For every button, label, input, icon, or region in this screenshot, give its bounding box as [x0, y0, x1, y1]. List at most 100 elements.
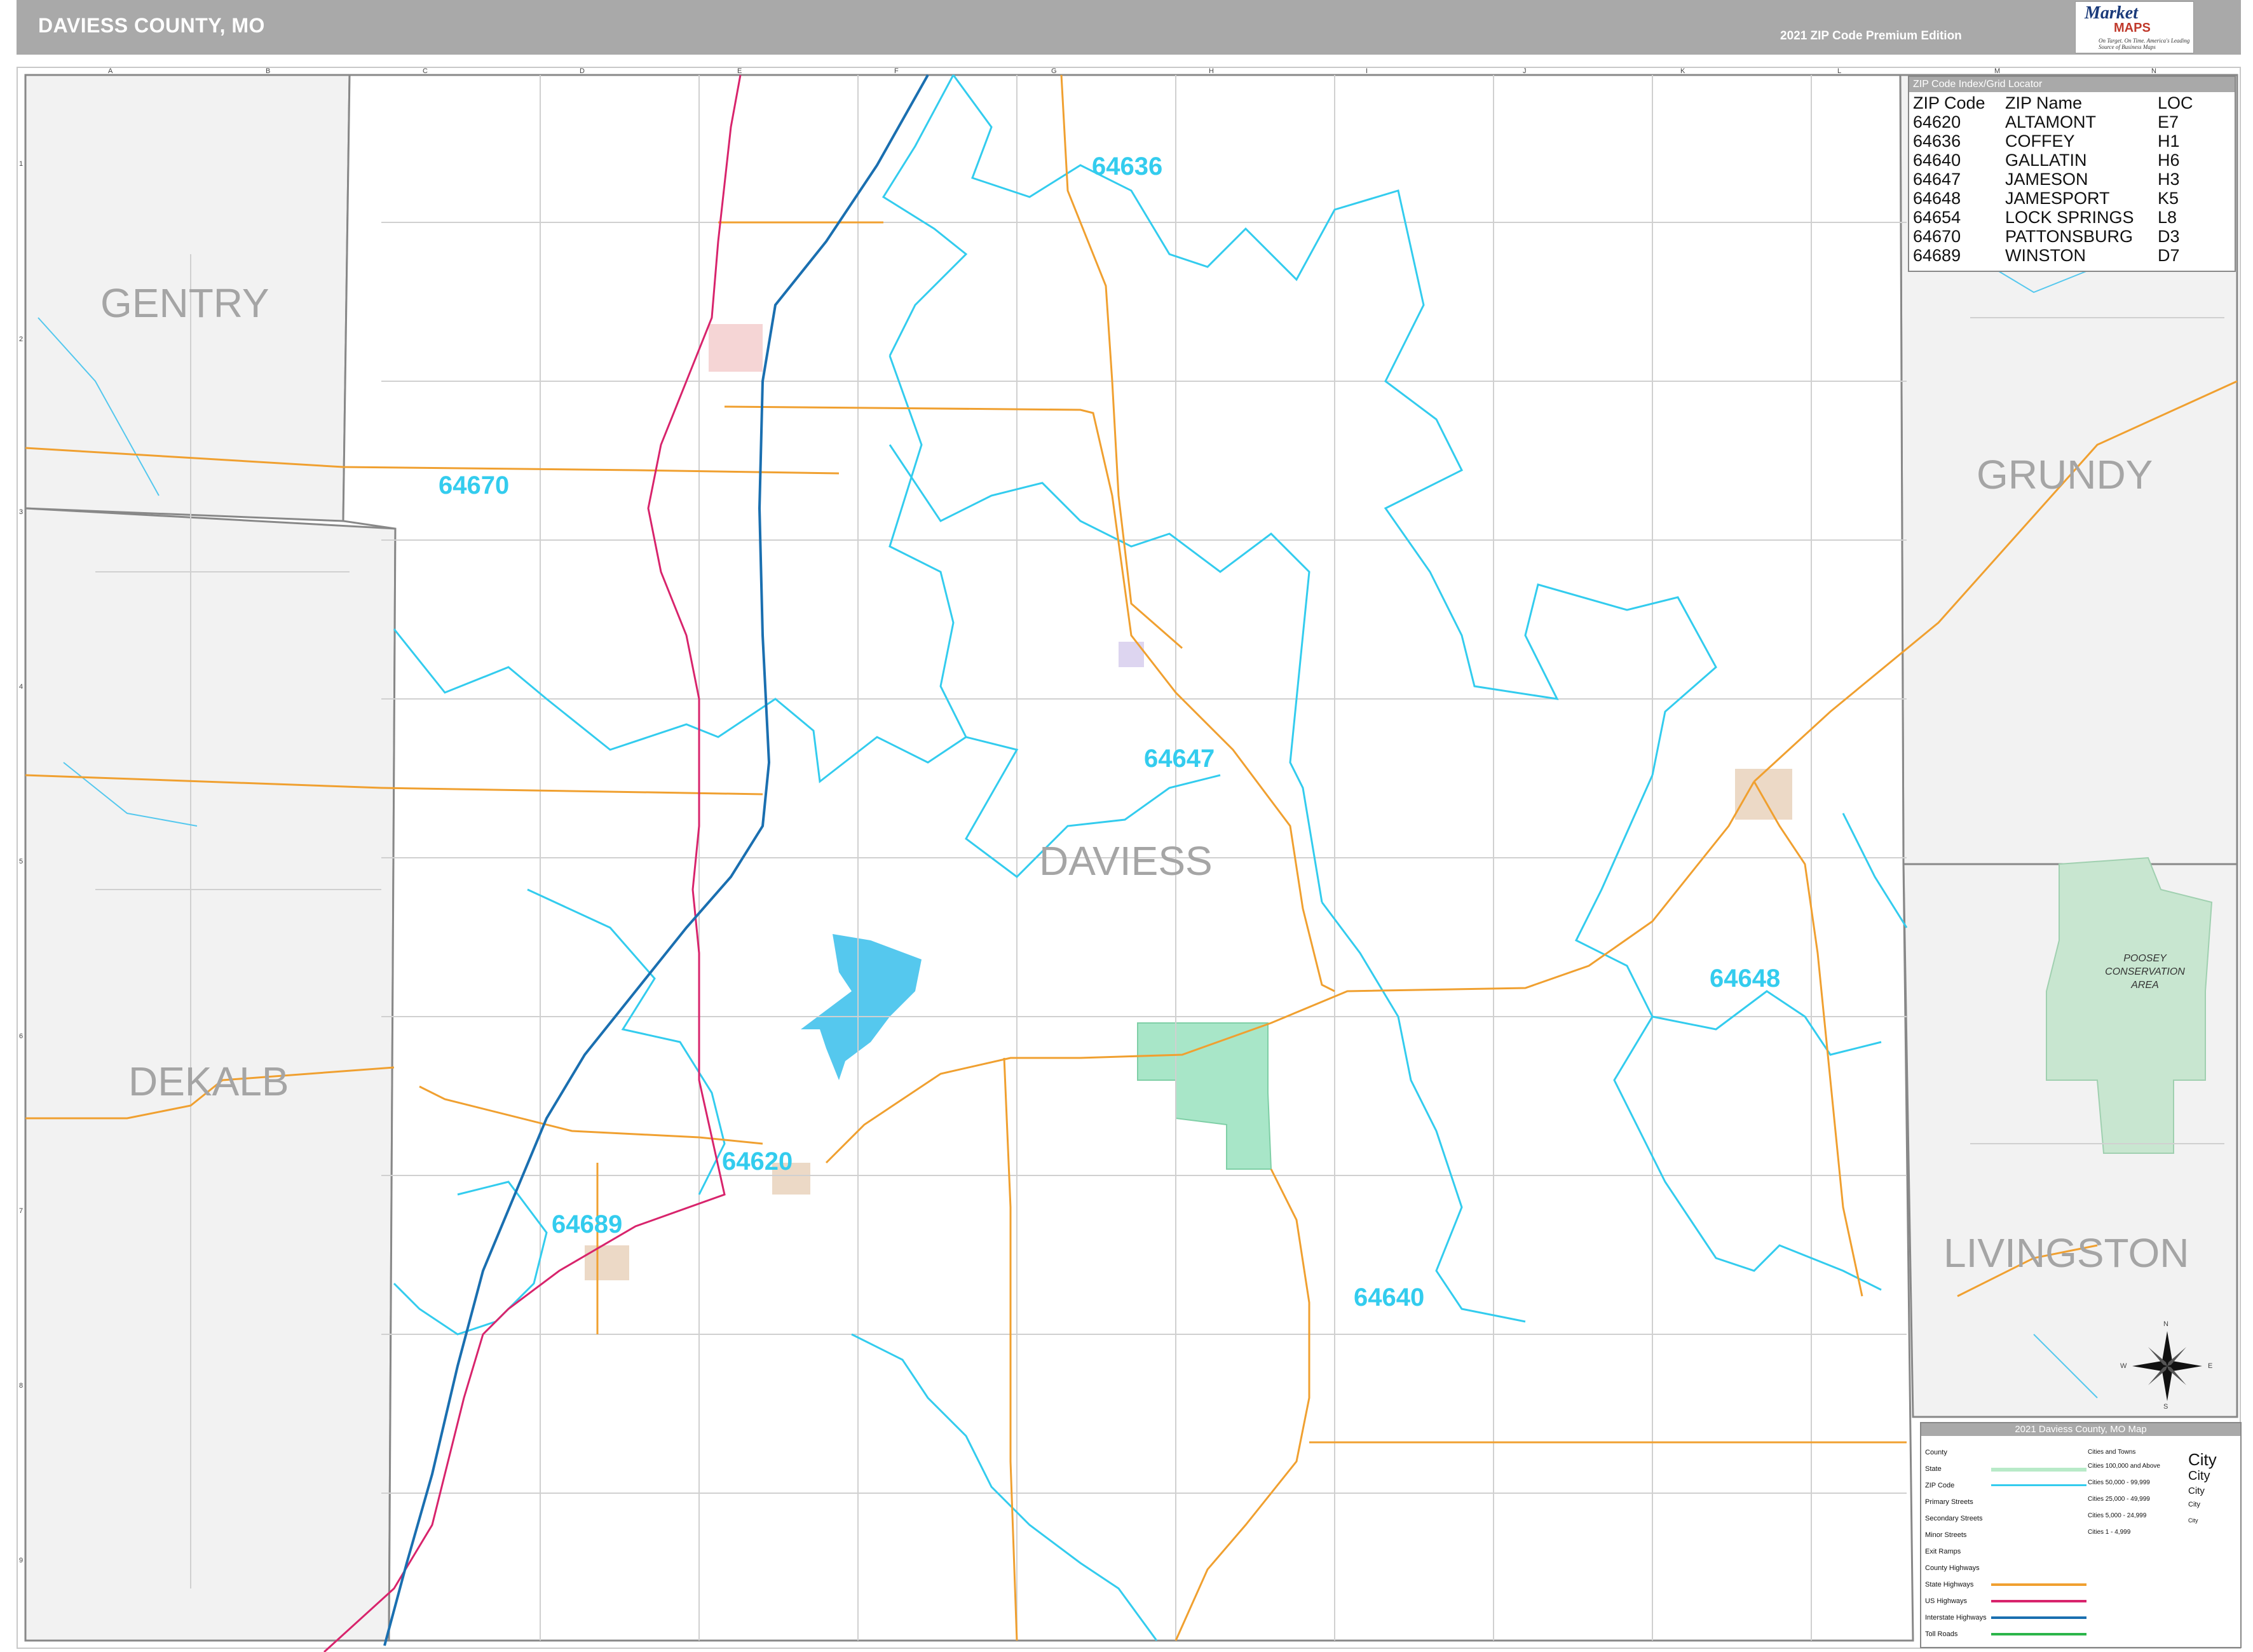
zip-index-title: ZIP Code Index/Grid Locator: [1909, 77, 2235, 92]
name-cell: COFFEY: [2005, 132, 2075, 151]
grid-row: 5: [19, 858, 24, 865]
compass-w: W: [2120, 1362, 2127, 1370]
grid-row: 9: [19, 1557, 24, 1564]
zip-cell: 64636: [1913, 132, 1961, 151]
legend-item: Exit Ramps: [1925, 1548, 1961, 1555]
zip-label-64670: 64670: [439, 471, 510, 499]
grid-col: M: [1994, 67, 2001, 75]
zip-index-box: ZIP Code Index/Grid Locator ZIP Code ZIP…: [1908, 76, 2236, 272]
legend-city-sample: City: [2188, 1486, 2205, 1496]
legend-title: 2021 Daviess County, MO Map: [1921, 1423, 2240, 1436]
table-row: 64670 PATTONSBURG D3: [1913, 227, 2228, 246]
grid-row: 7: [19, 1207, 24, 1215]
col-zip-name: ZIP Name: [2005, 93, 2083, 112]
grid-row: 8: [19, 1382, 24, 1390]
loc-cell: K5: [2158, 189, 2179, 208]
grid-row: 3: [19, 508, 24, 516]
legend-swatch-state: [1991, 1468, 2086, 1472]
zip-cell: 64689: [1913, 246, 1961, 265]
table-row: 64647 JAMESON H3: [1913, 170, 2228, 189]
table-row: 64654 LOCK SPRINGS L8: [1913, 208, 2228, 227]
legend-swatch-zip: [1991, 1484, 2086, 1486]
grid-col: I: [1366, 67, 1368, 75]
legend-swatch-toll: [1991, 1633, 2086, 1635]
compass-s: S: [2163, 1403, 2168, 1411]
legend-item: ZIP Code: [1925, 1482, 1955, 1489]
compass-n: N: [2163, 1320, 2168, 1328]
legend-item: County Highways: [1925, 1564, 1980, 1572]
zip-cell: 64620: [1913, 112, 1961, 132]
legend-city-size: Cities and Towns: [2088, 1449, 2136, 1456]
loc-cell: E7: [2158, 112, 2179, 132]
loc-cell: H6: [2158, 151, 2180, 170]
legend-item: Interstate Highways: [1925, 1614, 1987, 1622]
table-row: 64648 JAMESPORT K5: [1913, 189, 2228, 208]
legend-city-size: Cities 5,000 - 24,999: [2088, 1512, 2147, 1519]
table-row: 64620 ALTAMONT E7: [1913, 112, 2228, 132]
grid-col: A: [108, 67, 113, 75]
legend-city-sample: City: [2188, 1517, 2198, 1524]
compass-e: E: [2208, 1362, 2213, 1370]
grid-col: F: [894, 67, 899, 75]
table-row: 64689 WINSTON D7: [1913, 246, 2228, 265]
grid-row: 1: [19, 160, 24, 168]
county-label-daviess: DAVIESS: [1039, 838, 1213, 884]
name-cell: JAMESON: [2005, 170, 2088, 189]
zip-cell: 64670: [1913, 227, 1961, 246]
zip-cell: 64640: [1913, 151, 1961, 170]
legend-item: County: [1925, 1449, 1947, 1456]
zip-cell: 64654: [1913, 208, 1961, 227]
name-cell: PATTONSBURG: [2005, 227, 2134, 246]
name-cell: WINSTON: [2005, 246, 2086, 265]
zip-index-table: ZIP Code ZIP Name LOC 64620 ALTAMONT E7 64…: [1913, 93, 2228, 265]
name-cell: ALTAMONT: [2005, 112, 2097, 132]
legend-city-size: Cities 50,000 - 99,999: [2088, 1479, 2150, 1486]
grid-row: 2: [19, 335, 24, 343]
name-cell: GALLATIN: [2005, 151, 2087, 170]
zip-cell: 64647: [1913, 170, 1961, 189]
legend-item: Minor Streets: [1925, 1531, 1967, 1539]
county-label-livingston: LIVINGSTON: [1943, 1230, 2189, 1276]
grid-row: 4: [19, 683, 24, 691]
county-label-dekalb: DEKALB: [128, 1059, 289, 1104]
legend-city-sample: City: [2188, 1469, 2210, 1483]
zip-cell: 64648: [1913, 189, 1961, 208]
legend-swatch-state-hwy: [1991, 1583, 2086, 1586]
legend-city-size: Cities 100,000 and Above: [2088, 1463, 2160, 1470]
legend-item: State Highways: [1925, 1581, 1974, 1588]
name-cell: LOCK SPRINGS: [2005, 208, 2134, 227]
loc-cell: H1: [2158, 132, 2180, 151]
table-row: 64640 GALLATIN H6: [1913, 151, 2228, 170]
loc-cell: D3: [2158, 227, 2180, 246]
legend-city-sample: City: [2188, 1450, 2217, 1469]
map-legend: 2021 Daviess County, MO Map County State…: [1920, 1422, 2242, 1648]
grid-col: B: [266, 67, 271, 75]
loc-cell: H3: [2158, 170, 2180, 189]
grid-col: E: [737, 67, 742, 75]
legend-city-size: Cities 25,000 - 49,999: [2088, 1496, 2150, 1503]
legend-item: State: [1925, 1465, 1942, 1473]
legend-city-size: Cities 1 - 4,999: [2088, 1529, 2131, 1536]
jamesport-city-area: [1735, 769, 1792, 820]
table-row: 64636 COFFEY H1: [1913, 132, 2228, 151]
winston-city-area: [585, 1245, 629, 1280]
grid-col: H: [1209, 67, 1214, 75]
legend-item: US Highways: [1925, 1597, 1968, 1605]
county-label-gentry: GENTRY: [100, 280, 269, 326]
legend-swatch-interstate: [1991, 1616, 2086, 1619]
zip-label-64689: 64689: [552, 1210, 623, 1238]
grid-col: K: [1680, 67, 1685, 75]
loc-cell: L8: [2158, 208, 2177, 227]
legend-swatch-us-hwy: [1991, 1600, 2086, 1602]
name-cell: JAMESPORT: [2005, 189, 2110, 208]
col-zip-code: ZIP Code: [1913, 93, 1985, 112]
grid-col: D: [580, 67, 585, 75]
legend-item: Toll Roads: [1925, 1630, 1958, 1638]
grid-col: G: [1051, 67, 1057, 75]
col-loc: LOC: [2158, 93, 2193, 112]
county-label-grundy: GRUNDY: [1977, 452, 2153, 498]
legend-item: Secondary Streets: [1925, 1515, 1983, 1522]
grid-col: J: [1523, 67, 1527, 75]
grid-col: C: [423, 67, 428, 75]
zip-label-64640: 64640: [1354, 1283, 1425, 1311]
